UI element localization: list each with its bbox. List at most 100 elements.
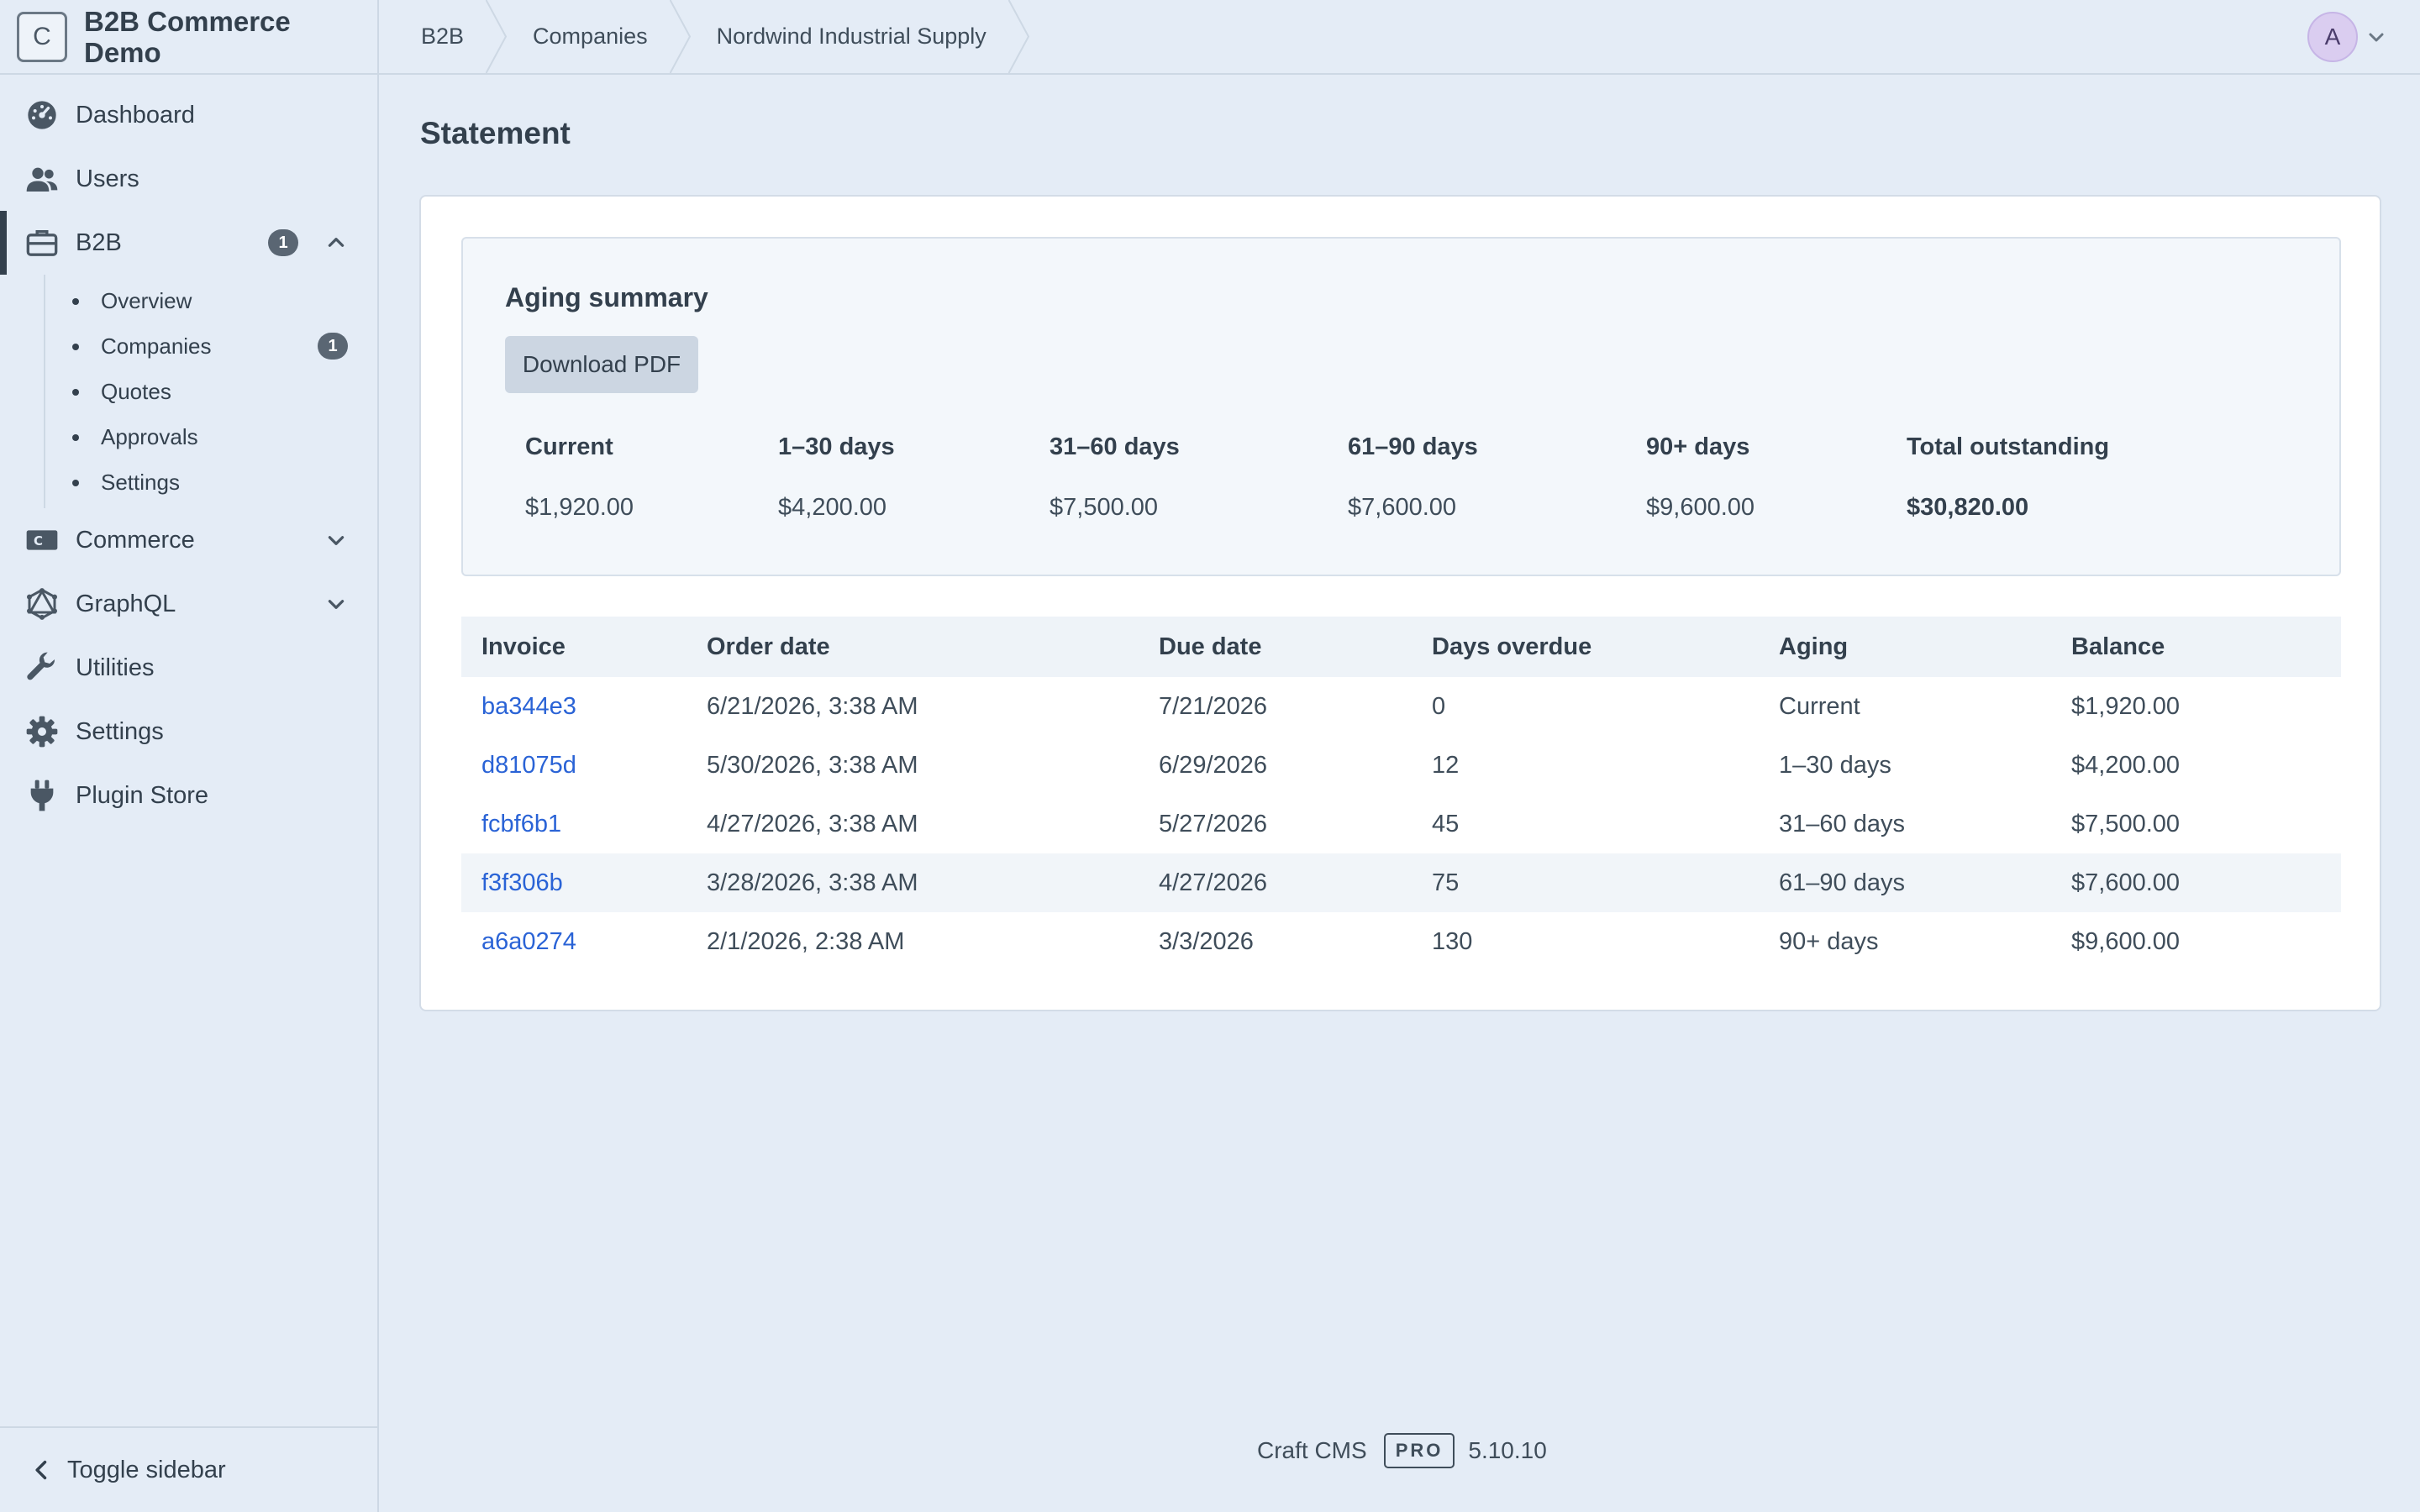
invoice-link[interactable]: ba344e3 — [481, 693, 576, 720]
aging-header-31-60: 31–60 days — [1050, 433, 1180, 460]
nav-label-settings: Settings — [76, 717, 164, 745]
commerce-icon: C — [26, 530, 58, 550]
due-date-cell: 6/29/2026 — [1159, 751, 1268, 779]
due-date-cell: 3/3/2026 — [1159, 927, 1254, 955]
column-header-days-overdue[interactable]: Days overdue — [1432, 617, 1779, 677]
plug-icon — [30, 780, 54, 811]
chevron-down-icon[interactable] — [325, 529, 347, 551]
chevron-up-icon[interactable] — [325, 232, 347, 254]
breadcrumb: B2B Companies Nordwind Industrial Supply — [379, 0, 1055, 74]
column-header-invoice[interactable]: Invoice — [461, 617, 707, 677]
aging-value-61-90: $7,600.00 — [1348, 494, 1457, 521]
aging-cell: 90+ days — [1779, 927, 1879, 955]
nav-item-utilities[interactable]: Utilities — [0, 636, 377, 700]
table-row: f3f306b 3/28/2026, 3:38 AM 4/27/2026 75 … — [461, 853, 2341, 912]
subnav-label-overview: Overview — [101, 287, 192, 313]
breadcrumb-separator — [486, 0, 508, 74]
chevron-down-icon — [2369, 33, 2384, 42]
footer-version: 5.10.10 — [1468, 1437, 1547, 1463]
invoice-cell: d81075d — [461, 736, 707, 795]
column-header-order-date[interactable]: Order date — [707, 617, 1159, 677]
nav-label-users: Users — [76, 165, 139, 192]
order-date-cell: 3/28/2026, 3:38 AM — [707, 853, 1159, 912]
invoice-link[interactable]: f3f306b — [481, 869, 563, 896]
invoice-cell: a6a0274 — [461, 912, 707, 971]
subnav-label-quotes: Quotes — [101, 378, 171, 404]
aging-summary-title: Aging summary — [505, 282, 708, 312]
breadcrumb-separator — [1007, 0, 1029, 74]
site-logo[interactable]: C — [17, 11, 67, 62]
aging-value-total: $30,820.00 — [1907, 494, 2029, 521]
graphql-icon — [27, 588, 57, 620]
svg-text:C: C — [34, 533, 43, 549]
nav-item-dashboard[interactable]: Dashboard — [0, 83, 377, 147]
aging-value-31-60: $7,500.00 — [1050, 494, 1159, 521]
aging-header-61-90: 61–90 days — [1348, 433, 1478, 460]
breadcrumb-item-b2b[interactable]: B2B — [421, 0, 486, 73]
order-date-cell: 4/27/2026, 3:38 AM — [707, 810, 918, 837]
sidebar: C B2B Commerce Demo Dashboard Users B2B … — [0, 0, 379, 1512]
nav-item-users[interactable]: Users — [0, 147, 377, 211]
balance-cell: $4,200.00 — [2071, 751, 2181, 779]
chevron-down-icon[interactable] — [325, 593, 347, 615]
edition-badge: PRO — [1383, 1433, 1455, 1468]
aging-value-current: $1,920.00 — [525, 494, 634, 521]
column-header-aging[interactable]: Aging — [1779, 617, 2071, 677]
nav-item-b2b[interactable]: B2B 1 — [0, 211, 377, 275]
subnav-item-companies[interactable]: Companies 1 — [45, 323, 377, 369]
download-pdf-button[interactable]: Download PDF — [505, 336, 698, 393]
invoice-link[interactable]: a6a0274 — [481, 928, 576, 955]
nav-label-commerce: Commerce — [76, 526, 195, 554]
aging-cell: Current — [1779, 692, 1860, 720]
table-row: fcbf6b1 4/27/2026, 3:38 AM 5/27/2026 45 … — [461, 795, 2341, 853]
toggle-sidebar-label: Toggle sidebar — [67, 1456, 226, 1483]
due-date-cell: 7/21/2026 — [1159, 692, 1268, 720]
aging-value-1-30: $4,200.00 — [778, 494, 887, 521]
breadcrumb-item-company[interactable]: Nordwind Industrial Supply — [717, 0, 1008, 73]
aging-header-current: Current — [525, 433, 613, 460]
users-icon — [26, 167, 58, 192]
column-header-balance[interactable]: Balance — [2071, 617, 2341, 677]
column-header-due-date[interactable]: Due date — [1159, 617, 1432, 677]
dashboard-icon — [28, 101, 56, 129]
subnav-item-approvals[interactable]: Approvals — [45, 414, 377, 459]
b2b-subnav: Overview Companies 1 Quotes Approvals Se… — [44, 275, 377, 508]
aging-summary-card: Aging summary Download PDF Current 1–30 … — [461, 237, 2341, 576]
aging-header-90-plus: 90+ days — [1646, 433, 1750, 460]
invoice-link[interactable]: d81075d — [481, 752, 576, 779]
aging-value-90-plus: $9,600.00 — [1646, 494, 1755, 521]
aging-header-1-30: 1–30 days — [778, 433, 895, 460]
b2b-badge: 1 — [268, 229, 298, 256]
toggle-sidebar-button[interactable]: Toggle sidebar — [0, 1426, 377, 1512]
invoice-cell: ba344e3 — [461, 677, 707, 736]
breadcrumb-separator — [669, 0, 691, 74]
nav-item-plugin-store[interactable]: Plugin Store — [0, 764, 377, 827]
account-menu-button[interactable]: A — [2307, 12, 2386, 62]
nav-item-commerce[interactable]: C Commerce — [0, 508, 377, 572]
table-row: ba344e3 6/21/2026, 3:38 AM 7/21/2026 0 C… — [461, 677, 2341, 736]
days-overdue-cell: 75 — [1432, 853, 1779, 912]
balance-cell: $9,600.00 — [2071, 927, 2181, 955]
subnav-item-overview[interactable]: Overview — [45, 278, 377, 323]
chevron-left-icon — [35, 1460, 47, 1480]
invoice-link[interactable]: fcbf6b1 — [481, 811, 561, 837]
nav-label-utilities: Utilities — [76, 654, 155, 681]
nav-label-graphql: GraphQL — [76, 590, 176, 617]
site-name[interactable]: B2B Commerce Demo — [84, 6, 336, 68]
subnav-item-settings[interactable]: Settings — [45, 459, 377, 505]
nav-item-graphql[interactable]: GraphQL — [0, 572, 377, 636]
invoice-cell: f3f306b — [461, 853, 707, 912]
wrench-icon — [27, 652, 55, 680]
breadcrumb-item-companies[interactable]: Companies — [533, 0, 670, 73]
subnav-label-settings: Settings — [101, 469, 180, 495]
page-title: Statement — [420, 116, 571, 150]
footer-product[interactable]: Craft CMS — [1257, 1437, 1367, 1464]
balance-cell: $1,920.00 — [2071, 692, 2181, 720]
nav-item-settings[interactable]: Settings — [0, 700, 377, 764]
invoice-table: Invoice Order date Due date Days overdue… — [461, 617, 2341, 971]
content-pane: Aging summary Download PDF Current 1–30 … — [419, 195, 2381, 1011]
secondary-nav: C Commerce GraphQL Utilities Settings Pl… — [0, 508, 377, 827]
site-header: C B2B Commerce Demo — [0, 0, 377, 75]
due-date-cell: 5/27/2026 — [1159, 810, 1268, 837]
subnav-item-quotes[interactable]: Quotes — [45, 369, 377, 414]
